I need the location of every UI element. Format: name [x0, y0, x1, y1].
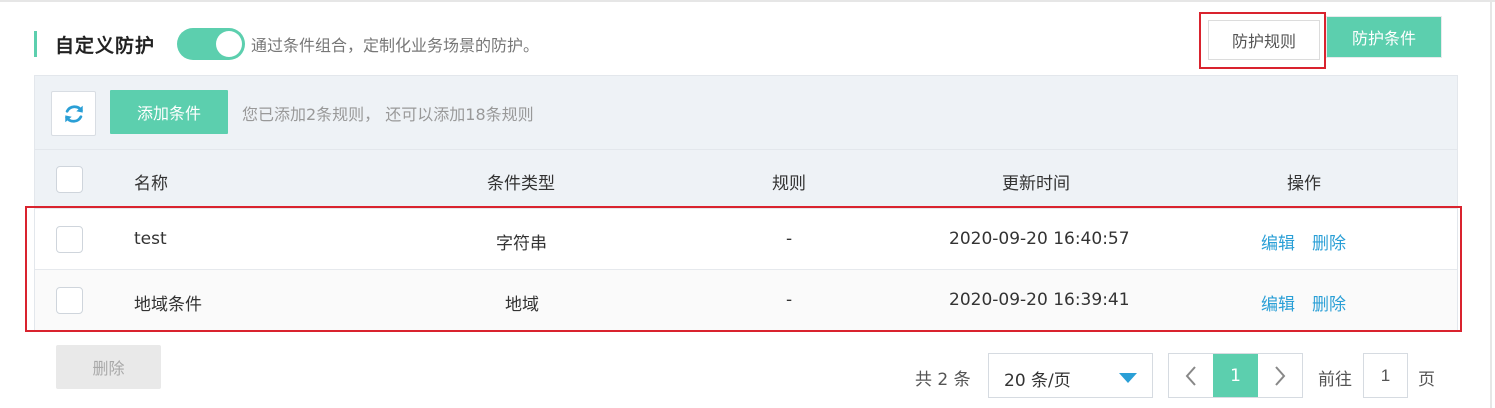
custom-protection-toggle[interactable]	[177, 28, 246, 60]
row-updated: 2020-09-20 16:39:41	[949, 290, 1130, 310]
row-rule: -	[786, 229, 793, 249]
row-updated: 2020-09-20 16:40:57	[949, 229, 1130, 249]
next-page-button[interactable]	[1258, 354, 1302, 397]
row-type: 地域	[505, 295, 539, 315]
table-header: 名称 条件类型 规则 更新时间 操作	[35, 149, 1457, 208]
select-all-checkbox[interactable]	[56, 166, 83, 193]
goto-page-input[interactable]	[1363, 353, 1408, 398]
section-description: 通过条件组合，定制化业务场景的防护。	[251, 36, 540, 55]
page-suffix-label: 页	[1418, 370, 1435, 390]
row-type: 字符串	[496, 234, 547, 254]
delete-link[interactable]: 删除	[1312, 290, 1346, 315]
prev-page-button[interactable]	[1169, 354, 1213, 397]
total-count: 共 2 条	[915, 370, 971, 390]
row-checkbox[interactable]	[56, 226, 83, 253]
table-row: test 字符串 - 2020-09-20 16:40:57 编辑 删除	[35, 208, 1457, 269]
table-row: 地域条件 地域 - 2020-09-20 16:39:41 编辑 删除	[35, 269, 1457, 330]
batch-delete-button[interactable]: 删除	[56, 345, 161, 389]
row-name: test	[134, 229, 167, 249]
row-checkbox[interactable]	[56, 287, 83, 314]
delete-link[interactable]: 删除	[1312, 229, 1346, 254]
edit-link[interactable]: 编辑	[1261, 229, 1295, 254]
frame-right-border	[1490, 0, 1492, 408]
column-header-updated: 更新时间	[1002, 174, 1070, 194]
refresh-button[interactable]	[51, 91, 96, 136]
row-rule: -	[786, 290, 793, 310]
page-size-select[interactable]: 20 条/页	[988, 353, 1153, 398]
column-header-type: 条件类型	[487, 174, 555, 194]
goto-label: 前往	[1318, 370, 1352, 390]
page-size-value: 20 条/页	[1004, 371, 1071, 391]
column-header-rule: 规则	[772, 174, 806, 194]
page-title: 自定义防护	[55, 34, 156, 57]
refresh-icon	[64, 104, 83, 123]
chevron-left-icon	[1185, 365, 1196, 386]
column-header-name: 名称	[134, 174, 168, 194]
page-button-current[interactable]: 1	[1213, 354, 1258, 397]
frame-top-border	[0, 0, 1495, 2]
rule-quota-info: 您已添加2条规则， 还可以添加18条规则	[242, 105, 534, 124]
toggle-knob	[216, 31, 243, 57]
column-header-actions: 操作	[1287, 174, 1321, 194]
table-toolbar: 添加条件 您已添加2条规则， 还可以添加18条规则	[35, 76, 1457, 149]
section-header: 自定义防护 通过条件组合，定制化业务场景的防护。	[34, 28, 539, 60]
title-accent-bar	[34, 31, 37, 57]
chevron-right-icon	[1275, 365, 1286, 386]
pagination: 1	[1168, 353, 1303, 398]
tab-protection-conditions[interactable]: 防护条件	[1326, 16, 1442, 58]
caret-down-icon	[1119, 373, 1137, 383]
conditions-table-panel: 添加条件 您已添加2条规则， 还可以添加18条规则 名称 条件类型 规则 更新时…	[34, 75, 1458, 330]
tab-protection-rules[interactable]: 防护规则	[1208, 20, 1320, 60]
row-name: 地域条件	[134, 295, 202, 315]
add-condition-button[interactable]: 添加条件	[110, 90, 228, 134]
edit-link[interactable]: 编辑	[1261, 290, 1295, 315]
